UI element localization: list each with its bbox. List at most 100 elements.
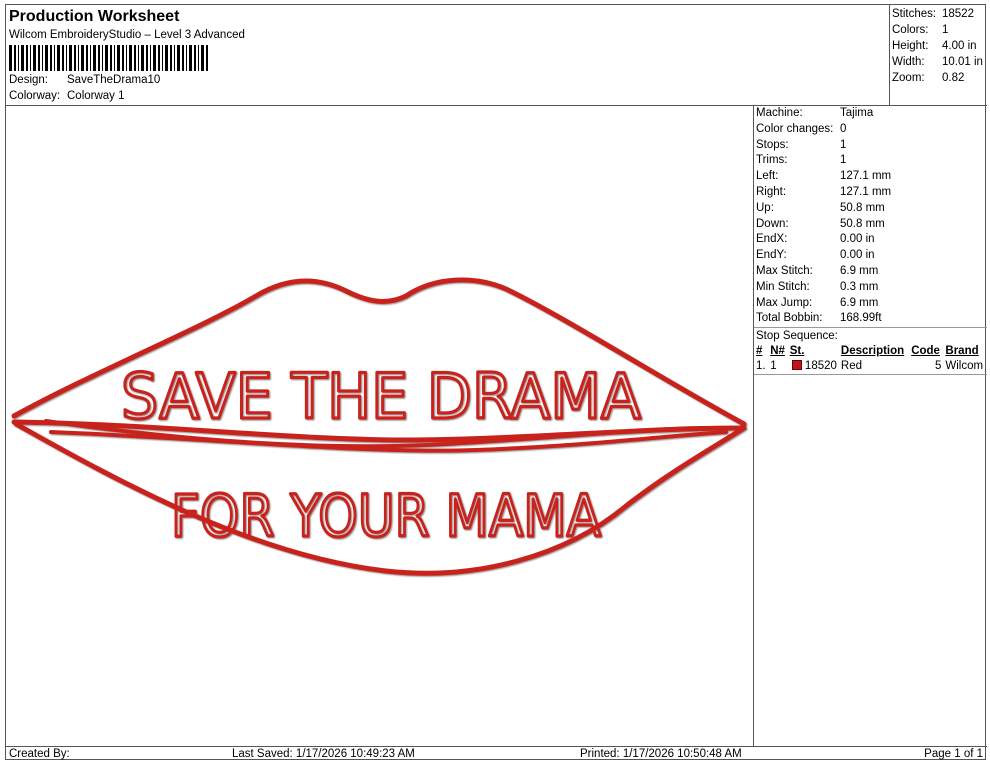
detail-label: Up: bbox=[756, 201, 774, 214]
barcode-bar bbox=[114, 45, 115, 71]
design-details-panel: Machine: Tajima Color changes: 0 Stops: 1 Trim… bbox=[754, 106, 987, 375]
barcode-bar bbox=[26, 45, 28, 71]
barcode-bar bbox=[165, 45, 168, 71]
barcode-bar bbox=[194, 45, 196, 71]
col-code: Code bbox=[911, 345, 940, 358]
detail-value: 0.3 mm bbox=[840, 280, 879, 293]
detail-value: 6.9 mm bbox=[840, 296, 879, 309]
barcode-bar bbox=[146, 45, 148, 71]
barcode-bar bbox=[150, 45, 151, 71]
table-row: 1. 1 18520 Red 5 Wilcom bbox=[754, 359, 987, 375]
barcode-bar bbox=[18, 45, 19, 71]
barcode-bar bbox=[206, 45, 208, 71]
detail-label: Trims: bbox=[756, 154, 788, 167]
production-worksheet: Production Worksheet Wilcom EmbroiderySt… bbox=[5, 4, 987, 760]
design-name: SaveTheDrama10 bbox=[67, 74, 161, 86]
detail-value: 1 bbox=[840, 138, 847, 151]
detail-row: Total Bobbin: 168.99ft bbox=[754, 311, 987, 327]
barcode-bar bbox=[189, 45, 192, 71]
detail-row: Right: 127.1 mm bbox=[754, 185, 987, 201]
row-description: Red bbox=[840, 360, 863, 373]
detail-value: 50.8 mm bbox=[840, 201, 885, 214]
detail-label: Stops: bbox=[756, 138, 789, 151]
detail-row: Up: 50.8 mm bbox=[754, 201, 987, 217]
colorway-name: Colorway 1 bbox=[67, 90, 125, 102]
barcode-bar bbox=[86, 45, 88, 71]
barcode-bar bbox=[98, 45, 100, 71]
summary-zoom: Zoom: 0.82 bbox=[892, 72, 965, 84]
barcode-bar bbox=[30, 45, 31, 71]
summary-width: Width: 10.01 in bbox=[892, 56, 983, 68]
page-number: Page 1 of 1 bbox=[924, 748, 983, 760]
detail-label: Right: bbox=[756, 185, 787, 198]
barcode-bar bbox=[177, 45, 180, 71]
col-number: # bbox=[756, 345, 763, 358]
design-text-line2: FOR YOUR MAMA bbox=[171, 482, 601, 550]
detail-row: Trims: 1 bbox=[754, 153, 987, 169]
design-text-line1: SAVE THE DRAMA bbox=[121, 360, 641, 433]
barcode-bar bbox=[21, 45, 24, 71]
detail-label: EndY: bbox=[756, 249, 787, 262]
barcode-bar bbox=[45, 45, 48, 71]
row-stitches: 18520 bbox=[788, 359, 839, 374]
barcode-bar bbox=[93, 45, 96, 71]
barcode-bar bbox=[126, 45, 127, 71]
worksheet-header: Production Worksheet Wilcom EmbroiderySt… bbox=[6, 5, 987, 106]
detail-row: Max Stitch: 6.9 mm bbox=[754, 264, 987, 280]
detail-value: 50.8 mm bbox=[840, 217, 885, 230]
barcode-bar bbox=[117, 45, 120, 71]
barcode-bar bbox=[186, 45, 187, 71]
barcode-bar bbox=[81, 45, 84, 71]
detail-value: Tajima bbox=[840, 107, 874, 119]
barcode-bar bbox=[42, 45, 43, 71]
detail-label: Min Stitch: bbox=[756, 280, 810, 293]
design-label: Design: bbox=[9, 74, 48, 86]
detail-value: 127.1 mm bbox=[840, 170, 892, 183]
barcode-bar bbox=[50, 45, 52, 71]
stop-sequence-title: Stop Sequence: bbox=[754, 327, 987, 343]
printed-date: Printed: 1/17/2026 10:50:48 AM bbox=[580, 748, 742, 760]
detail-label: Down: bbox=[756, 217, 789, 230]
barcode-bar bbox=[90, 45, 91, 71]
col-stitches: St. bbox=[789, 345, 805, 358]
last-saved: Last Saved: 1/17/2026 10:49:23 AM bbox=[232, 748, 415, 760]
row-code: 5 bbox=[934, 360, 942, 373]
col-description: Description bbox=[840, 345, 905, 358]
detail-value: 0 bbox=[840, 122, 847, 135]
detail-label: Total Bobbin: bbox=[756, 312, 823, 325]
row-brand: Wilcom bbox=[945, 360, 984, 373]
detail-value: 127.1 mm bbox=[840, 185, 892, 198]
barcode-bar bbox=[57, 45, 60, 71]
barcode-bar bbox=[74, 45, 76, 71]
detail-row: Stops: 1 bbox=[754, 138, 987, 154]
details-list: Machine: Tajima Color changes: 0 Stops: 1 Trim… bbox=[754, 106, 987, 327]
barcode-bar bbox=[198, 45, 199, 71]
detail-label: Max Jump: bbox=[756, 296, 813, 309]
barcode-bar bbox=[138, 45, 139, 71]
barcode-bar bbox=[54, 45, 55, 71]
barcode bbox=[9, 45, 208, 71]
barcode-bar bbox=[62, 45, 64, 71]
detail-row: Max Jump: 6.9 mm bbox=[754, 296, 987, 312]
stop-sequence-header: # N# St. Description Code Brand bbox=[754, 343, 987, 359]
barcode-bar bbox=[158, 45, 160, 71]
barcode-bar bbox=[9, 45, 12, 71]
barcode-bar bbox=[78, 45, 79, 71]
barcode-bar bbox=[110, 45, 112, 71]
barcode-bar bbox=[182, 45, 184, 71]
col-brand: Brand bbox=[945, 345, 979, 358]
barcode-bar bbox=[162, 45, 163, 71]
barcode-bar bbox=[134, 45, 136, 71]
barcode-bar bbox=[201, 45, 204, 71]
barcode-bar bbox=[105, 45, 108, 71]
detail-label: EndX: bbox=[756, 233, 788, 246]
barcode-bar bbox=[174, 45, 175, 71]
page-title: Production Worksheet bbox=[9, 8, 180, 25]
worksheet-footer: Created By: Last Saved: 1/17/2026 10:49:… bbox=[6, 746, 987, 760]
lips-embroidery-design: SAVE THE DRAMA FOR YOUR MAMA bbox=[11, 277, 747, 576]
detail-value: 6.9 mm bbox=[840, 264, 879, 277]
stop-sequence-table: # N# St. Description Code Brand 1. 1 185… bbox=[754, 343, 987, 375]
barcode-bar bbox=[141, 45, 144, 71]
row-needle: 1 bbox=[770, 360, 777, 373]
detail-row: Down: 50.8 mm bbox=[754, 217, 987, 233]
